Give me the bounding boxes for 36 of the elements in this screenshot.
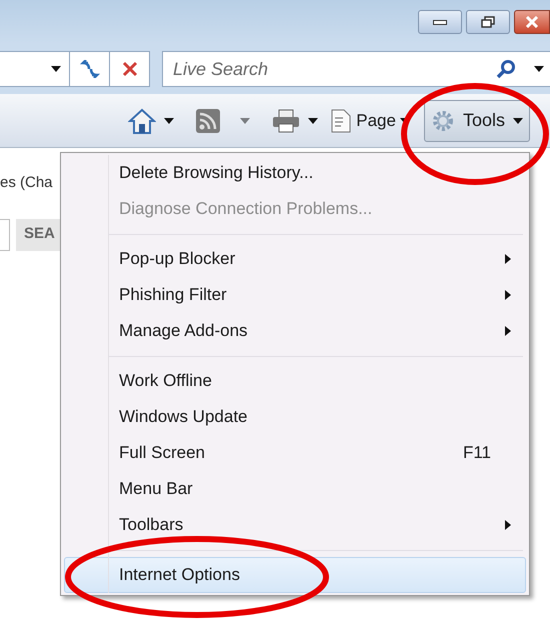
restore-icon [481,16,495,28]
menu-item[interactable]: Toolbars [64,507,526,543]
dropdown-caret-icon [240,118,250,124]
close-button[interactable] [514,10,550,34]
menu-item[interactable]: Manage Add-ons [64,313,526,349]
document-icon [330,108,352,132]
page-input-field[interactable] [0,218,10,250]
printer-icon[interactable] [272,108,300,132]
menu-item[interactable]: Internet Options [64,557,526,593]
menu-item[interactable]: Pop-up Blocker [64,241,526,277]
close-icon [525,16,539,28]
menu-item[interactable]: Work Offline [64,363,526,399]
tools-menu-button[interactable]: Tools [424,100,530,142]
menu-item[interactable]: Phishing Filter [64,277,526,313]
dropdown-caret-icon [308,118,318,124]
refresh-arrows-icon [78,60,100,78]
dropdown-caret-icon [513,118,523,124]
refresh-button[interactable] [70,51,110,87]
menu-item[interactable]: Full Screen F11 [64,435,526,471]
search-icon [496,59,516,79]
home-icon[interactable] [128,108,156,134]
dropdown-caret-icon [164,118,174,124]
feed-icon[interactable] [196,108,220,132]
stop-x-icon [122,61,138,77]
minimize-button[interactable] [418,10,462,34]
address-bar[interactable] [0,51,70,87]
dropdown-caret-icon [51,66,61,72]
stop-button[interactable] [110,51,150,87]
restore-button[interactable] [466,10,510,34]
menu-item[interactable]: Delete Browsing History... [64,155,526,191]
dropdown-caret-icon [534,66,544,72]
menu-item[interactable]: Windows Update [64,399,526,435]
page-heading: es (Cha [0,173,53,193]
menu-item[interactable]: Menu Bar [64,471,526,507]
search-field[interactable]: Live Search [162,51,550,87]
gear-icon [430,108,455,132]
